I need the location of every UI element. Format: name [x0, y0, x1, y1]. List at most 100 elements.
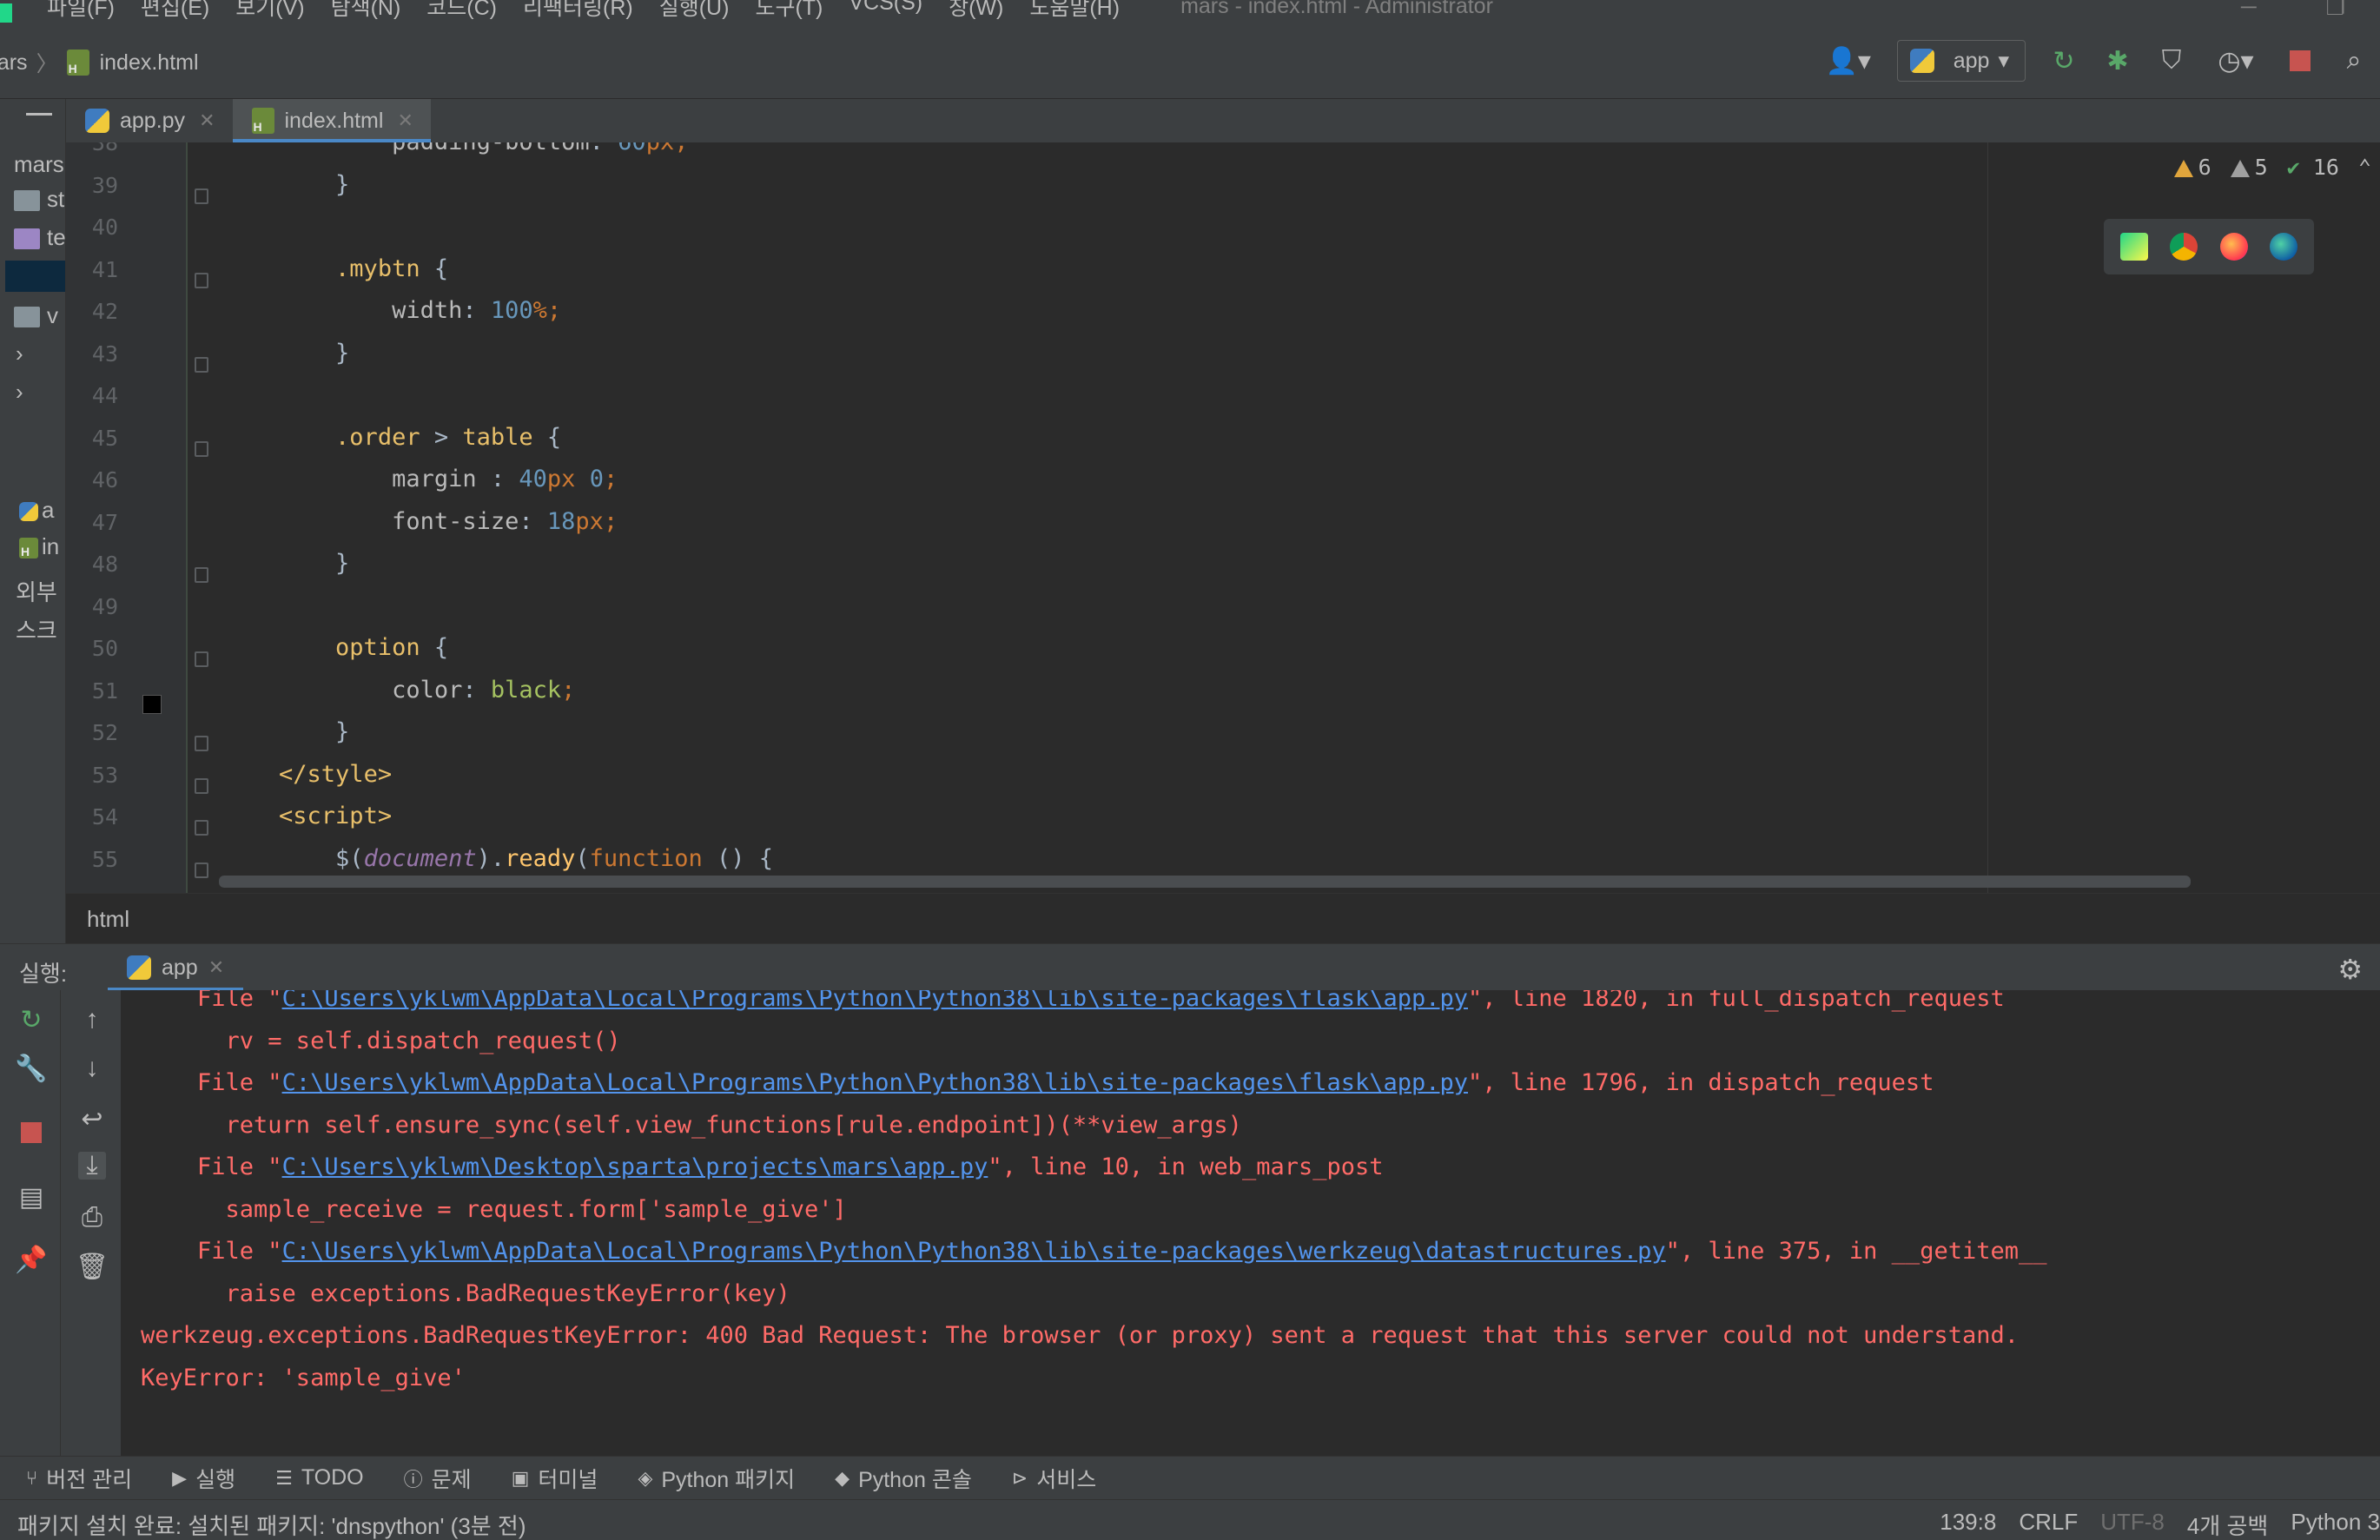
arrow-up-icon[interactable]: ↑: [78, 1005, 106, 1034]
fold-marker-icon[interactable]: [195, 820, 208, 836]
run-configuration-select[interactable]: app ▾: [1896, 40, 2026, 82]
fold-marker-icon[interactable]: [195, 651, 208, 667]
code-line[interactable]: </style>: [222, 761, 392, 788]
caret-position[interactable]: 139:8: [1940, 1509, 1996, 1540]
traceback-file-link[interactable]: C:\Users\yklwm\AppData\Local\Programs\Py…: [282, 1238, 1666, 1265]
restore-icon[interactable]: ❐: [2326, 0, 2345, 21]
project-root[interactable]: mars: [14, 151, 64, 178]
traceback-file-link[interactable]: C:\Users\yklwm\AppData\Local\Programs\Py…: [282, 990, 1468, 1012]
traceback-file-link[interactable]: C:\Users\yklwm\Desktop\sparta\projects\m…: [282, 1153, 988, 1180]
edge-icon[interactable]: [2270, 233, 2298, 261]
coverage-icon[interactable]: ⛉: [2156, 45, 2187, 76]
firefox-icon[interactable]: [2219, 233, 2248, 261]
code-line[interactable]: }: [222, 171, 349, 198]
debug-icon[interactable]: ✱: [2102, 45, 2133, 76]
tool-python-console[interactable]: ◆ Python 콘솔: [835, 1463, 972, 1494]
code-editor[interactable]: 38 39 40 41 42 43 44 45 46 47 48 49 50 51 52 53 54 55 pad…: [66, 142, 2380, 893]
code-line[interactable]: .order > table {: [222, 424, 561, 451]
python-interpreter[interactable]: Python 3: [2291, 1509, 2380, 1540]
horizontal-scrollbar[interactable]: [219, 876, 2191, 888]
line-separator[interactable]: CRLF: [2019, 1509, 2078, 1540]
breadcrumb-item-html[interactable]: html: [87, 906, 129, 933]
menu-file[interactable]: 파일(F): [47, 0, 115, 22]
code-line[interactable]: }: [222, 718, 349, 745]
trash-icon[interactable]: 🗑: [76, 1252, 109, 1281]
indent-setting[interactable]: 4개 공백: [2187, 1509, 2268, 1540]
fold-marker-icon[interactable]: [195, 862, 208, 878]
tool-run[interactable]: ▶ 실행: [172, 1463, 235, 1494]
project-item-app[interactable]: a: [19, 497, 54, 524]
code-line[interactable]: <script>: [222, 803, 392, 829]
code-line[interactable]: .mybtn {: [222, 255, 448, 282]
soft-wrap-icon[interactable]: ↩: [78, 1105, 106, 1134]
nav-file[interactable]: index.html: [100, 50, 199, 76]
nav-project[interactable]: mars: [0, 50, 28, 76]
project-item-external[interactable]: 외부: [16, 575, 57, 607]
menu-window[interactable]: 창(W): [949, 0, 1003, 22]
code-line[interactable]: padding-bottom: 60px;: [222, 142, 688, 155]
code-line[interactable]: $(document).ready(function () {: [222, 845, 773, 872]
user-icon[interactable]: 👤▾: [1822, 45, 1874, 76]
project-item-v[interactable]: v: [14, 302, 58, 329]
arrow-down-icon[interactable]: ↓: [78, 1054, 106, 1082]
menu-tools[interactable]: 도구(T): [755, 0, 823, 22]
fold-marker-icon[interactable]: [195, 440, 208, 457]
stop-icon[interactable]: [17, 1119, 45, 1147]
profile-icon[interactable]: ◷▾: [2210, 45, 2262, 76]
project-item-index[interactable]: in: [19, 533, 59, 560]
fold-marker-icon[interactable]: [195, 736, 208, 751]
pycharm-browser-icon[interactable]: [2119, 233, 2148, 261]
menu-refactor[interactable]: 리팩터링(R): [523, 0, 633, 22]
menu-vcs[interactable]: VCS(S): [849, 0, 922, 22]
traceback-file-line[interactable]: File "C:\Users\yklwm\AppData\Local\Progr…: [141, 990, 2005, 1012]
rerun-icon[interactable]: ↻: [17, 1006, 45, 1034]
code-line[interactable]: width: 100%;: [222, 297, 561, 324]
traceback-file-line[interactable]: File "C:\Users\yklwm\AppData\Local\Progr…: [141, 1069, 1934, 1096]
code-line[interactable]: font-size: 18px;: [222, 508, 618, 535]
scroll-to-end-icon[interactable]: ⤓: [78, 1151, 106, 1180]
chevron-up-icon[interactable]: ⌃: [2358, 155, 2371, 180]
print-icon[interactable]: ⎙: [78, 1203, 106, 1232]
tab-app-py[interactable]: app.py ✕: [66, 99, 233, 142]
code-line[interactable]: margin : 40px 0;: [222, 466, 618, 492]
menu-navigate[interactable]: 탐색(N): [331, 0, 401, 22]
layout-icon[interactable]: ▤: [17, 1183, 45, 1212]
file-encoding[interactable]: UTF-8: [2100, 1509, 2165, 1540]
project-item-te[interactable]: te: [14, 224, 65, 251]
traceback-file-line[interactable]: File "C:\Users\yklwm\AppData\Local\Progr…: [141, 1238, 2046, 1265]
tool-terminal[interactable]: ▣ 터미널: [512, 1463, 598, 1494]
traceback-file-link[interactable]: C:\Users\yklwm\AppData\Local\Programs\Py…: [282, 1069, 1468, 1096]
project-item-st[interactable]: st: [14, 186, 64, 213]
code-line[interactable]: }: [222, 340, 349, 367]
project-item-selected[interactable]: [5, 261, 65, 292]
menu-run[interactable]: 실행(U): [659, 0, 730, 22]
close-icon[interactable]: ✕: [199, 109, 215, 132]
tool-todo[interactable]: ☰ TODO: [275, 1465, 364, 1490]
stop-icon[interactable]: [2284, 45, 2316, 76]
code-line[interactable]: option {: [222, 634, 448, 661]
menu-code[interactable]: 코드(C): [426, 0, 497, 22]
code-area[interactable]: padding-bottom: 60px; } .mybtn { width: …: [222, 142, 2380, 893]
code-line[interactable]: color: black;: [222, 677, 575, 704]
tool-services[interactable]: ⊳ 서비스: [1012, 1463, 1096, 1494]
close-icon[interactable]: ✕: [397, 109, 413, 132]
traceback-file-line[interactable]: File "C:\Users\yklwm\Desktop\sparta\proj…: [141, 1153, 1383, 1180]
code-line[interactable]: }: [222, 550, 349, 577]
tool-problems[interactable]: ⓘ 문제: [404, 1463, 472, 1494]
minimize-icon[interactable]: ─: [2241, 0, 2257, 21]
fold-marker-icon[interactable]: [195, 272, 208, 288]
fold-marker-icon[interactable]: [195, 777, 208, 794]
search-icon[interactable]: ⌕: [2338, 45, 2370, 76]
rerun-icon[interactable]: ↻: [2048, 45, 2079, 76]
inspection-widget[interactable]: 6 5 ✔ 16 ⌃: [2173, 155, 2371, 180]
tool-vcs[interactable]: ⑂ 버전 관리: [26, 1463, 132, 1494]
tool-python-packages[interactable]: ◈ Python 패키지: [638, 1463, 795, 1494]
project-item-scratches[interactable]: 스크: [16, 613, 57, 645]
menu-edit[interactable]: 편집(E): [141, 0, 209, 22]
wrench-icon[interactable]: 🔧: [15, 1054, 47, 1083]
expand-arrow-icon[interactable]: ›: [16, 340, 23, 367]
menu-help[interactable]: 도움말(H): [1029, 0, 1120, 22]
pin-icon[interactable]: 📌: [15, 1246, 47, 1274]
run-console[interactable]: File "C:\Users\yklwm\AppData\Local\Progr…: [122, 990, 2380, 1456]
chrome-icon[interactable]: [2170, 233, 2198, 261]
